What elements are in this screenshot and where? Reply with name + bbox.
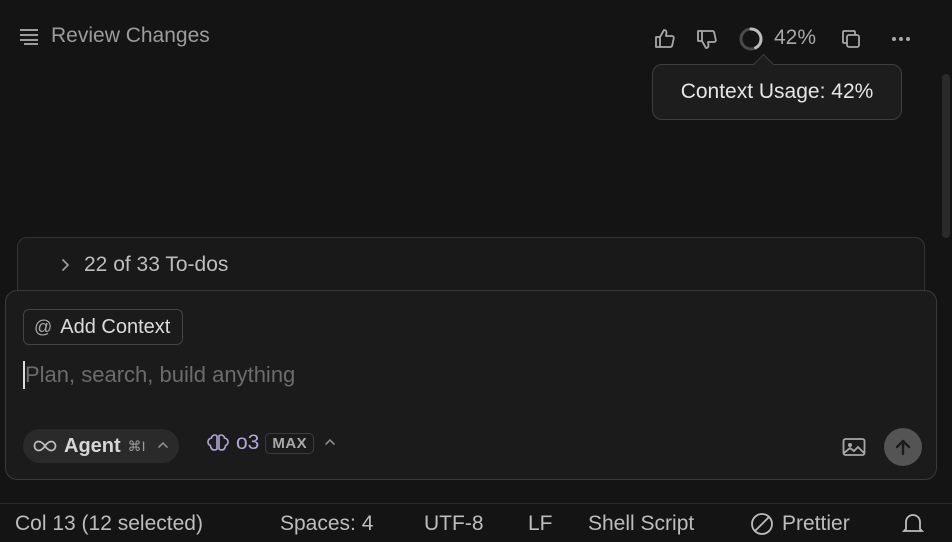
- agent-shortcut: ⌘I: [127, 437, 146, 454]
- add-context-label: Add Context: [60, 315, 171, 338]
- attach-image-button[interactable]: [840, 433, 868, 461]
- infinity-icon: [33, 440, 57, 452]
- prettier-label: Prettier: [782, 512, 850, 535]
- model-selector[interactable]: o3 MAX: [206, 431, 336, 455]
- chat-header: Review Changes 42% Context Usage: 42%: [0, 0, 952, 120]
- notifications-button[interactable]: [901, 512, 925, 542]
- list-icon: [20, 29, 38, 45]
- brain-icon: [207, 434, 229, 451]
- thumbs-down-icon: [697, 30, 717, 49]
- bell-icon: [901, 514, 925, 532]
- prompt-area[interactable]: [23, 358, 883, 392]
- model-name: o3: [236, 431, 260, 454]
- language-mode[interactable]: Shell Script: [588, 512, 694, 536]
- copy-icon: [842, 30, 860, 48]
- more-icon: [892, 37, 910, 41]
- chat-composer: @ Add Context Agent ⌘I o3 MAX: [5, 290, 937, 480]
- context-usage-tooltip: Context Usage: 42%: [652, 64, 902, 120]
- line-ending[interactable]: LF: [528, 512, 553, 536]
- chevron-up-icon: [157, 438, 169, 454]
- arrow-up-icon: [895, 439, 911, 456]
- context-usage-indicator[interactable]: [736, 24, 766, 54]
- thumbs-down-button[interactable]: [692, 24, 722, 54]
- tooltip-text: Context Usage: 42%: [680, 80, 874, 103]
- thumbs-up-icon: [655, 29, 675, 48]
- copy-button[interactable]: [836, 24, 866, 54]
- status-bar: Col 13 (12 selected) Spaces: 4 UTF-8 LF …: [0, 503, 952, 536]
- indentation[interactable]: Spaces: 4: [280, 512, 373, 536]
- at-icon: @: [34, 316, 53, 337]
- chevron-up-icon: [324, 435, 336, 451]
- review-changes-button[interactable]: Review Changes: [18, 24, 210, 48]
- context-usage-percent: 42%: [774, 26, 817, 49]
- review-changes-label: Review Changes: [51, 24, 210, 47]
- chat-scrollbar[interactable]: [942, 74, 950, 238]
- encoding[interactable]: UTF-8: [424, 512, 484, 536]
- cursor-position[interactable]: Col 13 (12 selected): [15, 512, 203, 536]
- thumbs-up-button[interactable]: [650, 24, 680, 54]
- chevron-right-icon: [62, 259, 69, 271]
- more-options-button[interactable]: [886, 24, 916, 54]
- image-icon: [842, 438, 866, 456]
- prettier-status[interactable]: Prettier: [750, 512, 850, 536]
- max-mode-badge: MAX: [265, 432, 315, 454]
- progress-ring-icon: [739, 27, 763, 51]
- todos-toggle[interactable]: 22 of 33 To-dos: [58, 253, 228, 277]
- send-button[interactable]: [884, 428, 922, 466]
- add-context-button[interactable]: @ Add Context: [23, 309, 184, 345]
- no-entry-icon: [751, 513, 773, 535]
- agent-mode-selector[interactable]: Agent ⌘I: [23, 429, 179, 463]
- todos-count: 22 of 33 To-dos: [84, 253, 229, 276]
- agent-label: Agent: [64, 434, 121, 457]
- prompt-input[interactable]: [25, 362, 883, 388]
